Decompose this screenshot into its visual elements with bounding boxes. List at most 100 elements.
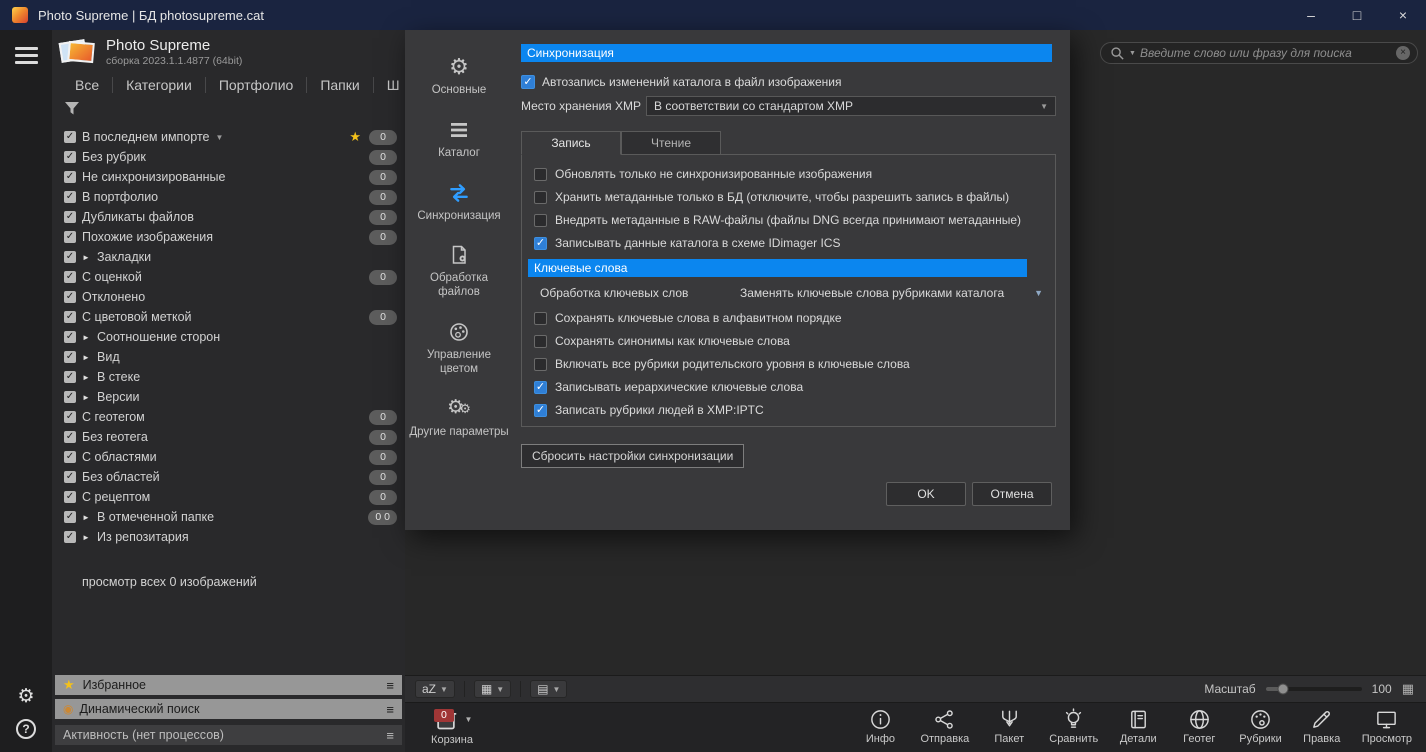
maximize-button[interactable]: □ xyxy=(1334,0,1380,30)
filter-row[interactable]: ✓ Дубликаты файлов 0 xyxy=(64,207,397,227)
filter-row[interactable]: ✓ В портфолио 0 xyxy=(64,187,397,207)
filter-row[interactable]: ✓ ► Закладки xyxy=(64,247,397,267)
filter-row[interactable]: ✓ ► Вид xyxy=(64,347,397,367)
settings-nav-color-management[interactable]: Управление цветом xyxy=(405,309,513,386)
sort-button[interactable]: aZ ▼ xyxy=(415,680,455,698)
action-details[interactable]: Детали xyxy=(1117,706,1159,745)
action-info[interactable]: Инфо xyxy=(859,706,901,745)
option-row[interactable]: Записывать рубрики людей в GettyImagesGI… xyxy=(534,426,1043,427)
checkbox[interactable]: ✓ xyxy=(534,236,547,250)
filter-checkbox[interactable]: ✓ xyxy=(64,451,76,463)
filter-checkbox[interactable]: ✓ xyxy=(64,231,76,243)
filter-row[interactable]: ✓ Не синхронизированные 0 xyxy=(64,167,397,187)
filter-checkbox[interactable]: ✓ xyxy=(64,311,76,323)
tab-folders[interactable]: Папки xyxy=(306,77,372,93)
settings-nav-sync[interactable]: Синхронизация xyxy=(405,170,513,233)
settings-nav-file-handling[interactable]: Обработка файлов xyxy=(405,232,513,309)
section-menu-icon[interactable]: ≡ xyxy=(386,678,394,693)
option-row[interactable]: ✓ Записывать иерархические ключевые слов… xyxy=(534,380,1043,394)
settings-nav-general[interactable]: ⚙ Основные xyxy=(405,44,513,107)
display-options-button[interactable]: ▤ ▼ xyxy=(530,680,568,698)
option-row[interactable]: ✓ Записать рубрики людей в XMP:IPTC xyxy=(534,403,1043,417)
filter-row[interactable]: ✓ С цветовой меткой 0 xyxy=(64,307,397,327)
close-button[interactable]: × xyxy=(1380,0,1426,30)
expand-arrow-icon[interactable]: ► xyxy=(82,333,91,342)
checkbox[interactable]: ✓ xyxy=(534,403,547,417)
option-row[interactable]: Внедрять метаданные в RAW-файлы (файлы D… xyxy=(534,213,1043,227)
filter-row[interactable]: ✓ Без областей 0 xyxy=(64,467,397,487)
dropdown-caret-icon[interactable]: ▼ xyxy=(215,133,223,142)
filter-row[interactable]: ✓ С оценкой 0 xyxy=(64,267,397,287)
chevron-down-icon[interactable]: ▼ xyxy=(1034,288,1043,298)
chevron-down-icon[interactable]: ▼ xyxy=(465,715,473,724)
expand-arrow-icon[interactable]: ► xyxy=(82,253,91,262)
filter-row[interactable]: ✓ Похожие изображения 0 xyxy=(64,227,397,247)
ok-button[interactable]: OK xyxy=(886,482,966,506)
checkbox[interactable] xyxy=(534,334,547,348)
minimize-button[interactable]: – xyxy=(1288,0,1334,30)
action-view[interactable]: Просмотр xyxy=(1362,706,1412,745)
favorites-section-bar[interactable]: ★ Избранное ≡ xyxy=(55,675,402,695)
action-edit[interactable]: Правка xyxy=(1301,706,1343,745)
filter-checkbox[interactable]: ✓ xyxy=(64,251,76,263)
expand-arrow-icon[interactable]: ► xyxy=(82,373,91,382)
filter-row[interactable]: ✓ С областями 0 xyxy=(64,447,397,467)
view-all-link[interactable]: просмотр всех 0 изображений xyxy=(82,575,405,589)
checkbox[interactable]: ✓ xyxy=(534,380,547,394)
zoom-slider[interactable] xyxy=(1265,683,1362,695)
filter-checkbox[interactable]: ✓ xyxy=(64,531,76,543)
filter-row[interactable]: ✓ Отклонено xyxy=(64,287,397,307)
thumbnail-size-icon[interactable]: ▦ xyxy=(1402,681,1414,697)
search-options-caret-icon[interactable]: ▼ xyxy=(1129,50,1136,57)
filter-row[interactable]: ✓ В последнем импорте ▼ ★ 0 xyxy=(64,127,397,147)
filter-row[interactable]: ✓ Без рубрик 0 xyxy=(64,147,397,167)
activity-section-bar[interactable]: Активность (нет процессов) ≡ xyxy=(55,725,402,745)
filter-funnel-icon[interactable] xyxy=(64,101,80,116)
option-row[interactable]: Включать все рубрики родительского уровн… xyxy=(534,357,1043,371)
filter-row[interactable]: ✓ ► В отмеченной папке 0 0 xyxy=(64,507,397,527)
filter-row[interactable]: ✓ ► В стеке xyxy=(64,367,397,387)
filter-checkbox[interactable]: ✓ xyxy=(64,151,76,163)
filter-row[interactable]: ✓ ► Версии xyxy=(64,387,397,407)
settings-nav-catalog[interactable]: Каталог xyxy=(405,107,513,170)
filter-checkbox[interactable]: ✓ xyxy=(64,271,76,283)
filter-row[interactable]: ✓ С геотегом 0 xyxy=(64,407,397,427)
filter-checkbox[interactable]: ✓ xyxy=(64,131,76,143)
activity-panel-icon[interactable]: ≡ xyxy=(386,728,394,743)
option-row[interactable]: ✓ Записывать данные каталога в схеме IDi… xyxy=(534,236,1043,250)
section-menu-icon[interactable]: ≡ xyxy=(386,702,394,717)
expand-arrow-icon[interactable]: ► xyxy=(82,353,91,362)
action-share[interactable]: Отправка xyxy=(920,706,969,745)
search-input[interactable] xyxy=(1139,46,1392,60)
action-batch[interactable]: Пакет xyxy=(988,706,1030,745)
settings-gear-icon[interactable]: ⚙ xyxy=(0,685,52,708)
dynamic-search-section-bar[interactable]: ◉ Динамический поиск ≡ xyxy=(55,699,402,719)
option-row[interactable]: Обновлять только не синхронизированные и… xyxy=(534,167,1043,181)
expand-arrow-icon[interactable]: ► xyxy=(82,393,91,402)
action-geotag[interactable]: Геотег xyxy=(1178,706,1220,745)
action-categories[interactable]: Рубрики xyxy=(1239,706,1282,745)
filter-checkbox[interactable]: ✓ xyxy=(64,511,76,523)
tab-all[interactable]: Все xyxy=(62,77,112,93)
option-row[interactable]: Сохранять синонимы как ключевые слова xyxy=(534,334,1043,348)
checkbox[interactable] xyxy=(534,167,547,181)
checkbox[interactable] xyxy=(534,190,547,204)
option-row[interactable]: Сохранять ключевые слова в алфавитном по… xyxy=(534,311,1043,325)
tab-write[interactable]: Запись xyxy=(521,131,621,155)
expand-arrow-icon[interactable]: ► xyxy=(82,533,91,542)
help-icon[interactable]: ? xyxy=(16,719,36,739)
filter-checkbox[interactable]: ✓ xyxy=(64,391,76,403)
filter-checkbox[interactable]: ✓ xyxy=(64,171,76,183)
checkbox[interactable] xyxy=(534,357,547,371)
filter-checkbox[interactable]: ✓ xyxy=(64,351,76,363)
filter-checkbox[interactable]: ✓ xyxy=(64,371,76,383)
filter-row[interactable]: ✓ С рецептом 0 xyxy=(64,487,397,507)
checkbox[interactable] xyxy=(534,427,547,428)
tab-clipped[interactable]: Ш xyxy=(372,77,405,93)
checkbox[interactable] xyxy=(534,213,547,227)
search-clear-icon[interactable]: × xyxy=(1396,46,1410,60)
keywords-mode-select[interactable]: Заменять ключевые слова рубриками катало… xyxy=(740,286,1034,300)
zoom-slider-handle[interactable] xyxy=(1277,683,1289,695)
reset-sync-button[interactable]: Сбросить настройки синхронизации xyxy=(521,444,745,468)
filter-checkbox[interactable]: ✓ xyxy=(64,331,76,343)
